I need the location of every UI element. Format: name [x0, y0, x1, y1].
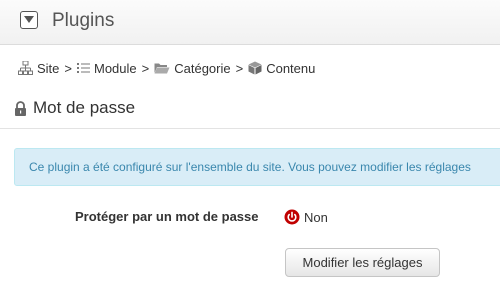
breadcrumb-separator: >	[141, 60, 150, 76]
password-protection-value: Non	[304, 209, 328, 225]
breadcrumb-category[interactable]: Catégorie	[154, 60, 231, 76]
breadcrumb-content-label: Contenu	[266, 60, 316, 76]
cube-icon	[248, 61, 262, 75]
password-protection-status: Non	[284, 208, 328, 226]
breadcrumb-site[interactable]: Site	[18, 61, 59, 76]
password-protection-label: Protéger par un mot de passe	[75, 209, 259, 224]
power-off-icon	[284, 209, 300, 225]
section-title: Mot de passe	[33, 98, 136, 117]
list-icon	[77, 63, 90, 73]
breadcrumb-category-label: Catégorie	[174, 60, 231, 76]
section-heading: Mot de passe	[14, 97, 135, 119]
divider	[0, 128, 500, 129]
sitemap-icon	[18, 61, 33, 75]
info-alert: Ce plugin a été configuré sur l'ensemble…	[14, 148, 500, 186]
plugin-settings-page: Plugins Site > Module > Catégorie > Cont…	[0, 0, 500, 300]
folder-icon	[154, 63, 170, 74]
breadcrumb-separator: >	[64, 60, 72, 76]
breadcrumb: Site > Module > Catégorie > Contenu	[18, 59, 315, 77]
panel-toggle-button[interactable]	[20, 11, 38, 29]
breadcrumb-module-label: Module	[94, 60, 137, 76]
lock-icon	[15, 100, 26, 116]
header-bar: Plugins	[0, 0, 500, 45]
info-alert-text: Ce plugin a été configuré sur l'ensemble…	[29, 160, 471, 174]
edit-settings-button[interactable]: Modifier les réglages	[285, 248, 440, 277]
breadcrumb-module[interactable]: Module	[77, 61, 137, 76]
page-title: Plugins	[52, 10, 115, 31]
breadcrumb-content[interactable]: Contenu	[248, 61, 315, 76]
chevron-down-icon	[24, 16, 34, 23]
breadcrumb-separator: >	[235, 60, 244, 76]
breadcrumb-site-label: Site	[37, 60, 60, 76]
